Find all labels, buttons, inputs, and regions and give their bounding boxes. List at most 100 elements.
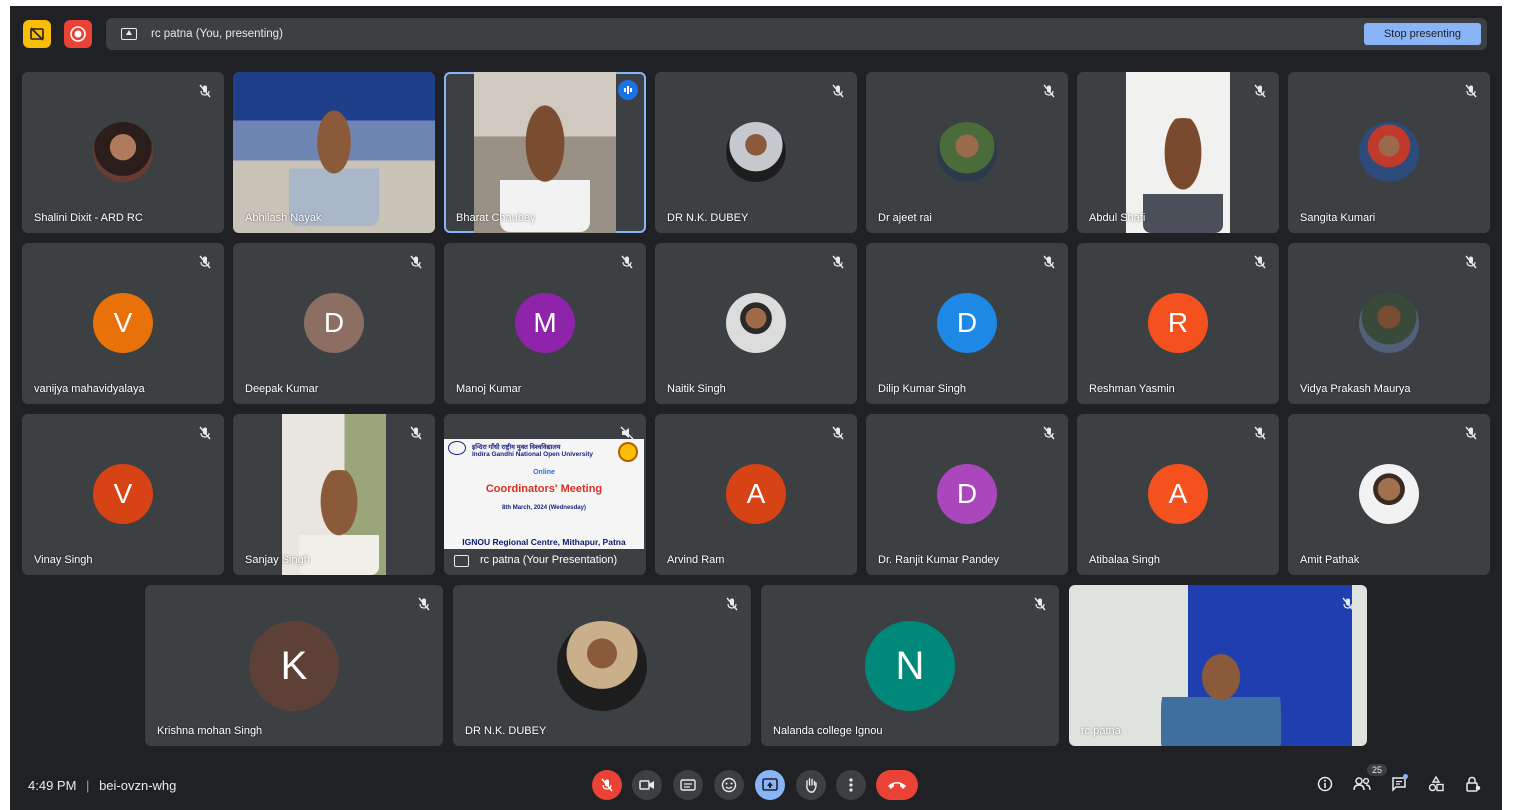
avatar: D bbox=[937, 464, 997, 524]
meeting-info: 4:49 PM | bei-ovzn-whg bbox=[28, 778, 176, 793]
mic-off-icon bbox=[410, 255, 422, 269]
emblem-logo bbox=[618, 442, 638, 462]
participant-tile-speaking[interactable]: Bharat Chaubey bbox=[444, 72, 646, 233]
present-screen-icon bbox=[121, 28, 137, 40]
slide-footer: IGNOU Regional Centre, Mithapur, Patna bbox=[462, 537, 626, 547]
participant-tile[interactable]: Dr ajeet rai bbox=[866, 72, 1068, 233]
participant-tile[interactable]: V Vinay Singh bbox=[22, 414, 224, 575]
participant-name: Krishna mohan Singh bbox=[157, 725, 263, 737]
mic-off-icon bbox=[1254, 84, 1266, 98]
mic-off-icon bbox=[726, 597, 738, 611]
avatar: K bbox=[249, 621, 339, 711]
avatar bbox=[557, 621, 647, 711]
participant-tile[interactable]: K Krishna mohan Singh bbox=[145, 585, 443, 746]
people-button[interactable] bbox=[1350, 772, 1374, 796]
captions-button[interactable] bbox=[673, 770, 703, 800]
mic-off-icon bbox=[1465, 84, 1477, 98]
participant-tile[interactable]: Sanjay Singh bbox=[233, 414, 435, 575]
meeting-details-button[interactable] bbox=[1313, 772, 1337, 796]
avatar: V bbox=[93, 293, 153, 353]
participant-name: Arvind Ram bbox=[667, 554, 725, 566]
recording-button[interactable] bbox=[64, 20, 92, 48]
participant-name: Nalanda college Ignou bbox=[773, 725, 883, 737]
present-screen-icon bbox=[454, 555, 469, 567]
chat-button[interactable] bbox=[1387, 772, 1411, 796]
participant-tile[interactable]: D Dr. Ranjit Kumar Pandey bbox=[866, 414, 1068, 575]
participant-name: Dilip Kumar Singh bbox=[878, 383, 967, 395]
participant-tile[interactable]: N Nalanda college Ignou bbox=[761, 585, 1059, 746]
participant-tile[interactable]: Amit Pathak bbox=[1288, 414, 1490, 575]
participant-tile[interactable]: A Arvind Ram bbox=[655, 414, 857, 575]
camera-toggle-button[interactable] bbox=[632, 770, 662, 800]
presentation-tile[interactable]: इन्दिरा गाँधी राष्ट्रीय मुक्त विश्वविद्य… bbox=[444, 414, 646, 575]
avatar bbox=[1359, 464, 1419, 524]
participant-name: Manoj Kumar bbox=[456, 383, 522, 395]
participant-tile[interactable]: DR N.K. DUBEY bbox=[655, 72, 857, 233]
participant-name: Shalini Dixit - ARD RC bbox=[34, 212, 143, 224]
participant-tile[interactable]: D Dilip Kumar Singh bbox=[866, 243, 1068, 404]
raise-hand-button[interactable] bbox=[796, 770, 826, 800]
hide-tiles-button[interactable] bbox=[23, 20, 51, 48]
activities-icon bbox=[1428, 776, 1444, 792]
unread-dot bbox=[1403, 774, 1408, 779]
mic-off-icon bbox=[601, 778, 613, 792]
participant-name: vanijya mahavidyalaya bbox=[34, 383, 145, 395]
participant-name: Atibalaa Singh bbox=[1089, 554, 1160, 566]
separator: | bbox=[86, 778, 90, 793]
participant-name: Abdul Shafi bbox=[1089, 212, 1146, 224]
participant-tile[interactable]: A Atibalaa Singh bbox=[1077, 414, 1279, 575]
presenting-label: rc patna (You, presenting) bbox=[151, 28, 283, 40]
audio-off-icon bbox=[620, 426, 634, 440]
clock-time: 4:49 PM bbox=[28, 778, 77, 793]
mic-off-icon bbox=[832, 84, 844, 98]
mic-off-icon bbox=[832, 255, 844, 269]
participant-name: Dr. Ranjit Kumar Pandey bbox=[878, 554, 1000, 566]
mic-off-icon bbox=[418, 597, 430, 611]
participant-tile[interactable]: DR N.K. DUBEY bbox=[453, 585, 751, 746]
participant-tile[interactable]: R Reshman Yasmin bbox=[1077, 243, 1279, 404]
participant-name: Sanjay Singh bbox=[245, 554, 310, 566]
mic-off-icon bbox=[1043, 426, 1055, 440]
self-video-tile[interactable]: rc patna bbox=[1069, 585, 1367, 746]
host-controls-button[interactable] bbox=[1461, 772, 1485, 796]
camera-icon bbox=[639, 780, 654, 790]
presenting-bar: rc patna (You, presenting) Stop presenti… bbox=[106, 18, 1487, 50]
participant-tile[interactable]: Abdul Shafi bbox=[1077, 72, 1279, 233]
participant-tile[interactable]: Shalini Dixit - ARD RC bbox=[22, 72, 224, 233]
avatar bbox=[937, 122, 997, 182]
participant-name: Abhilash Nayak bbox=[245, 212, 322, 224]
participant-tile[interactable]: Sangita Kumari bbox=[1288, 72, 1490, 233]
participant-name: Bharat Chaubey bbox=[456, 212, 536, 224]
hand-icon bbox=[806, 778, 817, 793]
hide-self-icon bbox=[30, 27, 44, 41]
more-options-button[interactable] bbox=[836, 770, 866, 800]
participant-tile[interactable]: Abhilash Nayak bbox=[233, 72, 435, 233]
person-video bbox=[299, 470, 379, 575]
avatar: R bbox=[1148, 293, 1208, 353]
mic-off-icon bbox=[1342, 597, 1354, 611]
slide-online: Online bbox=[533, 469, 555, 476]
participant-tile[interactable]: D Deepak Kumar bbox=[233, 243, 435, 404]
avatar: N bbox=[865, 621, 955, 711]
participant-tile[interactable]: Vidya Prakash Maurya bbox=[1288, 243, 1490, 404]
stop-presenting-button[interactable]: Stop presenting bbox=[1364, 23, 1481, 45]
mic-toggle-button[interactable] bbox=[592, 770, 622, 800]
person-video bbox=[289, 106, 379, 226]
avatar: A bbox=[1148, 464, 1208, 524]
reactions-button[interactable] bbox=[714, 770, 744, 800]
participant-tile[interactable]: V vanijya mahavidyalaya bbox=[22, 243, 224, 404]
more-vert-icon bbox=[849, 778, 853, 792]
participant-name: Sangita Kumari bbox=[1300, 212, 1376, 224]
participant-name: Dr ajeet rai bbox=[878, 212, 932, 224]
participant-tile[interactable]: Naitik Singh bbox=[655, 243, 857, 404]
participant-tile[interactable]: M Manoj Kumar bbox=[444, 243, 646, 404]
mic-off-icon bbox=[1254, 426, 1266, 440]
people-icon bbox=[1353, 777, 1371, 791]
avatar bbox=[726, 122, 786, 182]
activities-button[interactable] bbox=[1424, 772, 1448, 796]
mic-off-icon bbox=[199, 84, 211, 98]
record-icon bbox=[70, 26, 86, 42]
leave-call-button[interactable] bbox=[876, 770, 918, 800]
avatar: D bbox=[937, 293, 997, 353]
present-now-button[interactable] bbox=[755, 770, 785, 800]
